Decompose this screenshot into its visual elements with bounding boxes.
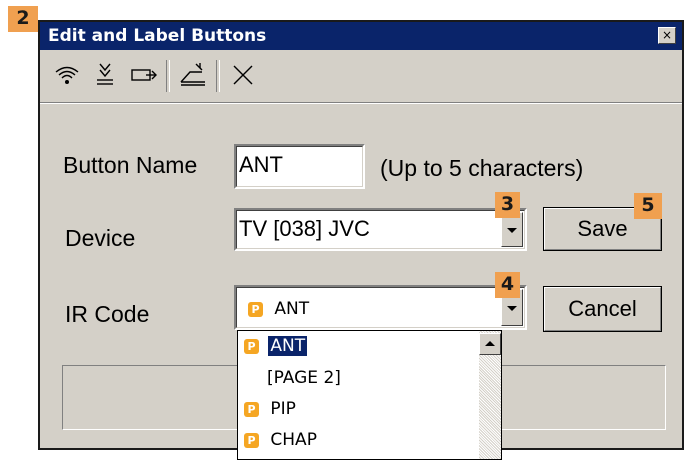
preset-badge-icon: P (244, 401, 259, 417)
title-bar: Edit and Label Buttons × (40, 22, 682, 50)
list-item-label: ANT (268, 336, 308, 356)
redirect-icon[interactable] (126, 60, 160, 90)
wireless-learn-icon[interactable] (50, 60, 84, 90)
button-name-hint: (Up to 5 characters) (380, 155, 584, 181)
preset-badge-icon: P (244, 338, 259, 354)
ir-code-dropdown[interactable]: P ANT (234, 285, 527, 330)
toolbar (40, 50, 682, 100)
download-icon[interactable] (88, 60, 122, 90)
preset-badge-icon: P (248, 301, 263, 317)
device-dropdown[interactable]: TV [038] JVC (234, 208, 527, 251)
toolbar-separator (216, 60, 220, 92)
button-name-label: Button Name (63, 152, 198, 178)
delete-icon[interactable] (226, 60, 260, 90)
edit-label-buttons-dialog: Edit and Label Buttons × Button Name ANT… (38, 20, 684, 460)
device-label: Device (65, 225, 136, 251)
ir-code-value: ANT (274, 299, 310, 319)
callout-5: 5 (634, 193, 662, 219)
list-item[interactable]: [PAGE 2] (241, 366, 341, 390)
device-value: TV [038] JVC (239, 216, 370, 241)
list-item[interactable]: P CHAP (241, 428, 317, 452)
list-item-label: [PAGE 2] (267, 368, 341, 388)
cancel-button-label: Cancel (544, 287, 661, 331)
list-item-label: PIP (270, 399, 296, 419)
button-name-input[interactable]: ANT (234, 144, 365, 189)
ir-code-list[interactable]: P ANT [PAGE 2] P PIP P CHAP (237, 330, 502, 460)
ir-code-label: IR Code (65, 301, 150, 327)
toolbar-separator (166, 60, 170, 92)
list-item[interactable]: P ANT (241, 334, 308, 358)
list-scrollbar[interactable] (479, 331, 501, 459)
scroll-up-button[interactable] (479, 333, 501, 355)
window-title: Edit and Label Buttons (48, 26, 267, 46)
callout-2: 2 (8, 6, 38, 32)
button-name-value: ANT (239, 152, 283, 177)
callout-3: 3 (495, 192, 520, 218)
callout-4: 4 (495, 272, 520, 298)
list-item[interactable]: P PIP (241, 397, 296, 421)
preset-badge-icon: P (244, 432, 259, 448)
cancel-button[interactable]: Cancel (543, 286, 662, 332)
edit-note-icon[interactable] (176, 60, 210, 90)
list-item-label: CHAP (270, 430, 317, 450)
close-button[interactable]: × (658, 27, 676, 44)
toolbar-divider (40, 102, 682, 104)
